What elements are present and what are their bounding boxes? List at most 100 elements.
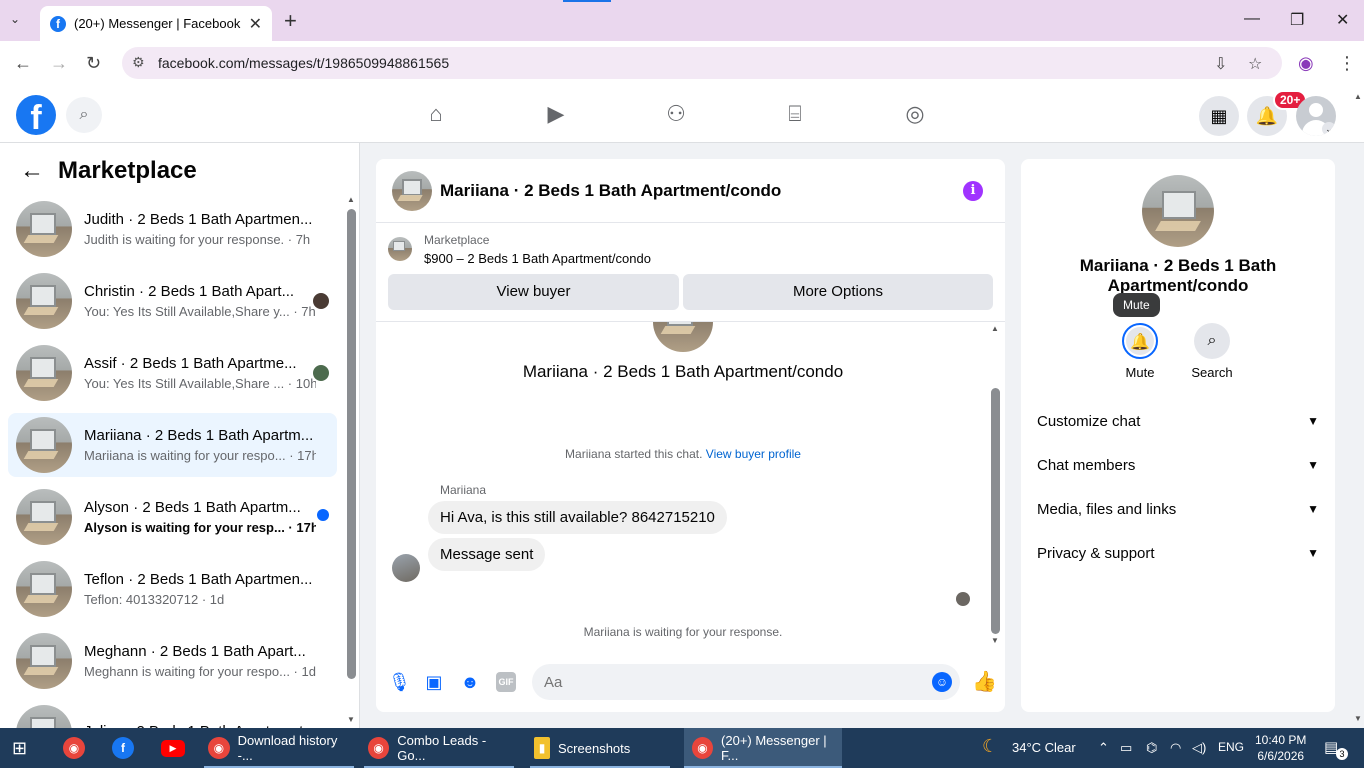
conversation-item[interactable]: Christin · 2 Beds 1 Bath Apart... You: Ye… [8,269,337,333]
chat-title[interactable]: Mariiana · 2 Beds 1 Bath Apartment/condo [440,181,781,201]
back-icon[interactable]: ← [14,53,32,74]
message-bubble[interactable]: Message sent [428,538,546,571]
weather-text[interactable]: 34°C Clear [1012,740,1076,755]
message-composer: 🎙 ▣ ☻ GIF ☺ 👍 [376,659,1005,707]
photo-icon[interactable]: ▣ [424,672,444,692]
scroll-up-icon[interactable]: ▲ [991,324,999,333]
profile-icon[interactable]: ◉ [1298,53,1314,74]
conversation-item[interactable]: Assif · 2 Beds 1 Bath Apartme... You: Yes… [8,341,337,405]
info-section-row[interactable]: Chat members ▼ [1037,447,1319,483]
chrome-taskbar-icon[interactable]: ◉ [63,728,93,768]
info-section-row[interactable]: Customize chat ▼ [1037,403,1319,439]
search-icon[interactable]: ⌕ [1194,323,1230,359]
section-label: Chat members [1037,456,1136,474]
forward-icon[interactable]: → [50,53,68,74]
restore-icon[interactable]: ❐ [1290,10,1304,30]
menu-grid-icon[interactable]: ▦ [1199,96,1239,136]
chrome-menu-icon[interactable]: ⋮ [1338,53,1356,74]
volume-icon[interactable]: ◁) [1192,740,1206,756]
network-icon[interactable]: ⌬ [1146,740,1157,756]
chat-scrollbar[interactable]: ▲ ▼ [990,322,1002,652]
search-icon[interactable]: ⌕ [66,97,102,133]
marketplace-icon[interactable]: ⌸ [781,100,809,128]
reload-icon[interactable]: ↻ [86,53,101,74]
search-button[interactable]: ⌕ Search [1182,323,1242,380]
conversation-preview: Judith is waiting for your response. · 7… [84,232,311,247]
info-section-row[interactable]: Media, files and links ▼ [1037,491,1319,527]
seen-receipt-avatar [956,592,970,606]
friends-icon[interactable]: ⚇ [662,100,690,128]
minimize-icon[interactable]: — [1244,10,1260,28]
conversation-item[interactable]: Julian · 2 Beds 1 Bath Apartment... [8,701,337,728]
wifi-icon[interactable]: ◠ [1170,740,1181,756]
info-section-row[interactable]: Privacy & support ▼ [1037,535,1319,571]
intro-avatar [653,322,713,352]
more-options-button[interactable]: More Options [683,274,993,310]
youtube-taskbar-icon[interactable]: ▶ [161,728,193,768]
page-scroll-down-icon[interactable]: ▼ [1354,714,1362,723]
system-clock[interactable]: 10:40 PM 6/6/2026 [1255,732,1306,764]
back-arrow-icon[interactable]: ← [20,157,44,185]
gif-icon[interactable]: GIF [496,672,516,692]
conversation-preview: Alyson is waiting for your resp... · 17h [84,520,316,535]
sticker-icon[interactable]: ☻ [460,672,480,692]
view-buyer-profile-link[interactable]: View buyer profile [706,447,801,461]
install-app-icon[interactable]: ⇩ [1214,54,1227,74]
info-icon[interactable]: i [963,181,983,201]
tab-search-icon[interactable]: ⌄ [10,12,20,26]
taskbar-window-download-history[interactable]: ◉ Download history -... [204,728,354,768]
bookmark-star-icon[interactable]: ☆ [1248,54,1262,74]
conversation-item[interactable]: Teflon · 2 Beds 1 Bath Apartmen... Teflon… [8,557,337,621]
account-avatar[interactable]: ⌄ [1296,96,1336,136]
profile-photo[interactable] [1142,175,1214,247]
browser-tab-active[interactable]: f (20+) Messenger | Facebook ✕ [40,6,272,41]
conversation-status [317,509,329,521]
facebook-taskbar-icon[interactable]: f [112,728,142,768]
chevron-down-icon: ⌄ [1322,122,1336,136]
mute-button[interactable]: 🔔 Mute [1110,323,1170,380]
thumbs-up-icon[interactable]: 👍 [972,672,997,692]
conversation-item[interactable]: Alyson · 2 Beds 1 Bath Apartm... Alyson i… [8,485,337,549]
conversation-name: Mariiana · 2 Beds 1 Bath Apartm... [84,427,314,444]
page-scroll-up-icon[interactable]: ▲ [1354,92,1362,101]
taskbar-window-combo-leads[interactable]: ◉ Combo Leads - Go... [364,728,514,768]
taskbar-window-screenshots[interactable]: ▮ Screenshots [530,728,670,768]
conversation-item[interactable]: Mariiana · 2 Beds 1 Bath Apartm... Mariia… [8,413,337,477]
facebook-logo-icon[interactable]: f [16,95,56,137]
listing-summary[interactable]: Marketplace $900 – 2 Beds 1 Bath Apartme… [388,233,651,266]
sidebar-scrollbar[interactable]: ▲ ▼ [347,195,356,724]
conversation-item[interactable]: Judith · 2 Beds 1 Bath Apartmen... Judith… [8,197,337,261]
conversation-thumbnail [16,417,72,473]
address-bar[interactable]: ⚙ facebook.com/messages/t/19865099488615… [122,47,1282,79]
battery-icon[interactable]: ▭ [1120,740,1132,756]
chat-avatar[interactable] [392,170,432,211]
taskbar-window-messenger[interactable]: ◉ (20+) Messenger | F... [684,728,842,768]
taskbar-label: Download history -... [237,733,338,763]
video-icon[interactable]: ▶ [542,100,570,128]
microphone-icon[interactable]: 🎙 [388,672,411,692]
bell-icon[interactable]: 🔔 [1122,323,1158,359]
section-label: Privacy & support [1037,544,1155,562]
sender-avatar [392,554,420,582]
tab-close-icon[interactable]: ✕ [249,14,262,34]
message-bubble[interactable]: Hi Ava, is this still available? 8642715… [428,501,727,534]
scroll-down-icon[interactable]: ▼ [991,636,999,645]
new-tab-icon[interactable]: + [284,8,297,34]
show-hidden-icons-icon[interactable]: ⌃ [1098,740,1109,756]
scroll-thumb[interactable] [347,209,356,679]
scroll-down-icon[interactable]: ▼ [347,715,355,724]
scroll-up-icon[interactable]: ▲ [347,195,355,204]
site-info-icon[interactable]: ⚙ [132,54,145,71]
emoji-icon[interactable]: ☺ [932,672,952,692]
home-icon[interactable]: ⌂ [422,100,450,128]
conversation-item[interactable]: Meghann · 2 Beds 1 Bath Apart... Meghann … [8,629,337,693]
notification-count: 3 [1336,748,1348,760]
browser-tab-strip: ⌄ f (20+) Messenger | Facebook ✕ + — ❐ ✕ [0,0,1364,41]
message-input[interactable] [532,664,960,700]
scroll-thumb[interactable] [991,388,1000,634]
start-icon[interactable]: ⊞ [12,728,27,768]
close-window-icon[interactable]: ✕ [1336,10,1349,30]
groups-icon[interactable]: ◎ [901,100,929,128]
language-indicator[interactable]: ENG [1218,740,1244,754]
view-buyer-button[interactable]: View buyer [388,274,679,310]
